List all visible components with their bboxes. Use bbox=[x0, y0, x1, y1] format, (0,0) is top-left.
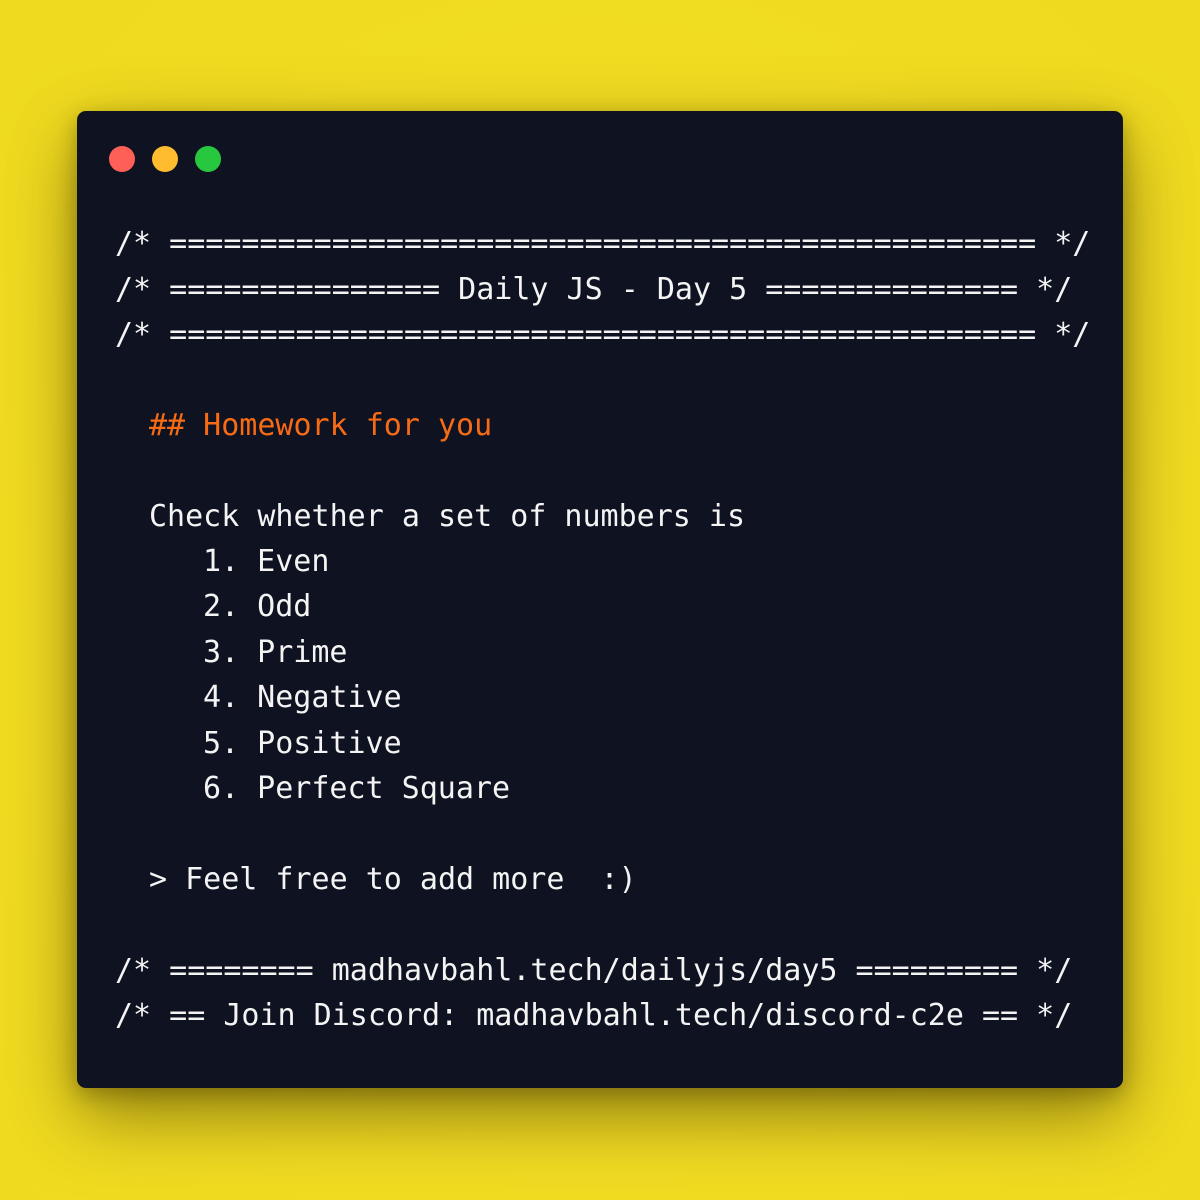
banner-top-line: /* =====================================… bbox=[115, 226, 1091, 261]
close-button[interactable] bbox=[109, 146, 135, 172]
minimize-button[interactable] bbox=[152, 146, 178, 172]
list-item: 6. Perfect Square bbox=[203, 771, 511, 806]
list-item: 2. Odd bbox=[203, 589, 312, 624]
list-item: 3. Prime bbox=[203, 635, 348, 670]
note-text: > Feel free to add more :) bbox=[149, 862, 637, 897]
list-item: 4. Negative bbox=[203, 680, 402, 715]
list-item: 5. Positive bbox=[203, 726, 402, 761]
list-item: 1. Even bbox=[203, 544, 330, 579]
homework-heading: ## Homework for you bbox=[149, 408, 493, 443]
footer-link-line: /* ======== madhavbahl.tech/dailyjs/day5… bbox=[115, 953, 1073, 988]
code-window: /* =====================================… bbox=[77, 111, 1123, 1088]
banner-title-line: /* =============== Daily JS - Day 5 ====… bbox=[115, 272, 1073, 307]
banner-bottom-line: /* =====================================… bbox=[115, 317, 1091, 352]
intro-text: Check whether a set of numbers is bbox=[149, 499, 746, 534]
footer-discord-line: /* == Join Discord: madhavbahl.tech/disc… bbox=[115, 998, 1073, 1033]
maximize-button[interactable] bbox=[195, 146, 221, 172]
